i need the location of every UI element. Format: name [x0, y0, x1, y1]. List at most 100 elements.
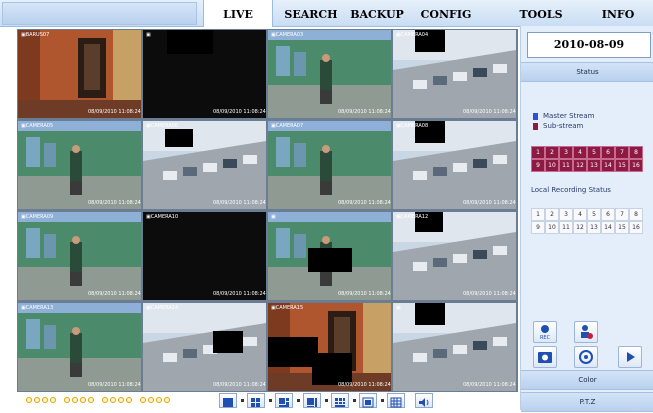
camera-label: ▣CAMERA08 [396, 123, 429, 129]
layout-button[interactable] [219, 393, 237, 408]
recording-channel: 10 [545, 221, 559, 234]
camera-timestamp: 08/09/2010 11:08:24 [88, 382, 141, 388]
camera-timestamp: 08/09/2010 11:08:24 [338, 291, 391, 297]
channel-dot-icon[interactable] [156, 397, 162, 403]
camera-label: ▣ [146, 32, 151, 38]
channel-dot-icon[interactable] [164, 397, 170, 403]
recording-channel: 13 [587, 221, 601, 234]
layout-button[interactable] [247, 393, 265, 408]
channel-dot-icon[interactable] [50, 397, 56, 403]
layout-dropdown-icon[interactable] [241, 399, 244, 402]
channel-dot-icon[interactable] [110, 397, 116, 403]
channel-dot-icon[interactable] [26, 397, 32, 403]
stream-channel: 3 [559, 146, 573, 159]
camera-label: ▣CAMERA09 [21, 214, 54, 220]
camera-feed-image [393, 303, 516, 391]
stream-channel: 14 [601, 159, 615, 172]
layout-6-icon [279, 398, 289, 407]
channel-dot-icon[interactable] [140, 397, 146, 403]
audio-button[interactable] [415, 393, 433, 408]
camera-label: ▣CAMERA04 [396, 32, 429, 38]
layout-button[interactable] [387, 393, 405, 408]
camera-label: ▣CAMERA05 [21, 123, 54, 129]
snapshot-icon [538, 352, 552, 363]
record-icon: REC [540, 325, 551, 341]
camera-feed-image [143, 303, 266, 391]
recording-channel: 14 [601, 221, 615, 234]
channel-dot-icon[interactable] [126, 397, 132, 403]
master-stream-swatch [533, 113, 538, 120]
camera-tile[interactable]: ▣CAMERA06 08/09/2010 11:08:24 [143, 121, 266, 209]
ptz-header[interactable]: P.T.Z [521, 392, 653, 412]
camera-label: ▣BARUS07 [21, 32, 50, 38]
camera-tile[interactable]: ▣CAMERA09 08/09/2010 11:08:24 [18, 212, 141, 300]
camera-feed-image [393, 30, 516, 118]
camera-timestamp: 08/09/2010 11:08:24 [213, 382, 266, 388]
recording-channel: 6 [601, 208, 615, 221]
privacy-mask [268, 337, 318, 367]
tab-search[interactable]: SEARCH [280, 0, 342, 26]
tab-backup[interactable]: BACKUP [344, 0, 410, 26]
camera-label: ▣CAMERA10 [146, 214, 179, 220]
privacy-mask [308, 248, 352, 272]
channel-dot-icon[interactable] [148, 397, 154, 403]
camera-label: ▣ [396, 305, 401, 311]
channel-dot-icon[interactable] [64, 397, 70, 403]
camera-label: ▣CAMERA15 [271, 305, 304, 311]
camera-timestamp: 08/09/2010 11:08:24 [213, 291, 266, 297]
camera-tile[interactable]: ▣CAMERA05 08/09/2010 11:08:24 [18, 121, 141, 209]
ptz-scan-button[interactable] [574, 346, 598, 368]
legend-label: Master Stream [543, 112, 595, 120]
camera-tile[interactable]: ▣CAMERA08 08/09/2010 11:08:24 [393, 121, 516, 209]
camera-tile[interactable]: ▣CAMERA13 08/09/2010 11:08:24 [18, 303, 141, 391]
channel-dot-icon[interactable] [42, 397, 48, 403]
brand-area [2, 2, 197, 25]
layout-button[interactable] [275, 393, 293, 408]
layout-dropdown-icon[interactable] [269, 399, 272, 402]
manual-alarm-button[interactable] [574, 321, 598, 343]
play-button[interactable] [618, 346, 642, 368]
camera-tile[interactable]: ▣ 08/09/2010 11:08:24 [393, 303, 516, 391]
recording-channel: 5 [587, 208, 601, 221]
camera-tile[interactable]: ▣CAMERA15 08/09/2010 11:08:24 [268, 303, 391, 391]
snapshot-button[interactable] [533, 346, 557, 368]
channel-dot-icon[interactable] [88, 397, 94, 403]
tab-info[interactable]: INFO [590, 0, 646, 26]
channel-dot-icon[interactable] [34, 397, 40, 403]
record-button[interactable]: REC [533, 321, 557, 343]
layout-button[interactable] [331, 393, 349, 408]
camera-tile[interactable]: ▣ 08/09/2010 11:08:24 [268, 212, 391, 300]
top-menu-bar: LIVE SEARCH BACKUP CONFIG TOOLS INFO [0, 0, 653, 27]
layout-dropdown-icon[interactable] [353, 399, 356, 402]
channel-dot-icon[interactable] [80, 397, 86, 403]
layout-dropdown-icon[interactable] [297, 399, 300, 402]
camera-timestamp: 08/09/2010 11:08:24 [88, 291, 141, 297]
camera-tile[interactable]: ▣CAMERA04 08/09/2010 11:08:24 [393, 30, 516, 118]
manual-alarm-icon [581, 325, 593, 339]
tab-live[interactable]: LIVE [203, 0, 273, 27]
camera-tile[interactable]: ▣CAMERA10 08/09/2010 11:08:24 [143, 212, 266, 300]
recording-channel: 12 [573, 221, 587, 234]
camera-feed-image [18, 30, 141, 118]
tab-config[interactable]: CONFIG [412, 0, 480, 26]
camera-tile[interactable]: ▣ 08/09/2010 11:08:24 [143, 30, 266, 118]
tab-tools[interactable]: TOOLS [510, 0, 572, 26]
camera-feed-image [268, 121, 391, 209]
layout-dropdown-icon[interactable] [381, 399, 384, 402]
camera-tile[interactable]: ▣CAMERA03 08/09/2010 11:08:24 [268, 30, 391, 118]
stream-channel-grid: 1 2 3 4 5 6 7 8 9 10 11 12 13 14 15 16 [531, 146, 643, 174]
camera-label: ▣CAMERA06 [146, 123, 179, 129]
layout-dropdown-icon[interactable] [325, 399, 328, 402]
channel-dot-icon[interactable] [118, 397, 124, 403]
camera-tile[interactable]: ▣BARUS07 08/09/2010 11:08:24 [18, 30, 141, 118]
layout-button[interactable] [303, 393, 321, 408]
channel-dot-icon[interactable] [102, 397, 108, 403]
status-header[interactable]: Status [521, 62, 653, 82]
camera-tile[interactable]: ▣CAMERA07 08/09/2010 11:08:24 [268, 121, 391, 209]
layout-button[interactable] [359, 393, 377, 408]
camera-tile[interactable]: ▣CAMERA12 08/09/2010 11:08:24 [393, 212, 516, 300]
channel-dot-icon[interactable] [72, 397, 78, 403]
color-header[interactable]: Color [521, 370, 653, 390]
stream-channel: 13 [587, 159, 601, 172]
camera-tile[interactable]: ▣CAMERA14 08/09/2010 11:08:24 [143, 303, 266, 391]
